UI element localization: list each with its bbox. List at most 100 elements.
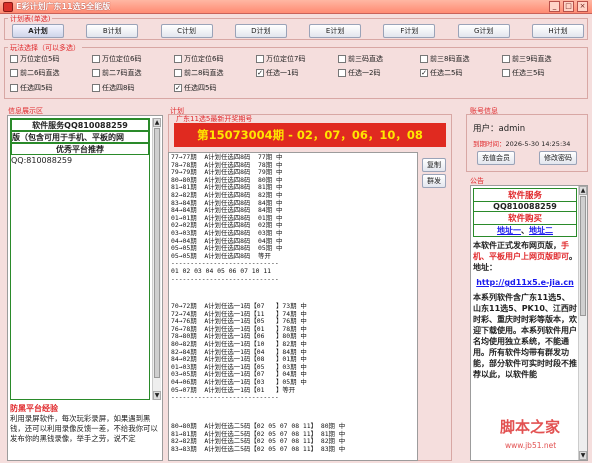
plan-block-2: 70→72期 A计划任选一1码【07 】73期 中 72→74期 A计划任选一1码…: [171, 302, 307, 402]
scroll-down-icon[interactable]: ▼: [153, 391, 161, 400]
checkbox-checked-icon[interactable]: ✓: [256, 69, 264, 78]
scroll-up-icon[interactable]: ▲: [153, 118, 161, 127]
mode-option[interactable]: 万位定位6码: [174, 54, 256, 64]
plan-line: 83→83期 A计划任选二5码【02 05 07 08 11】 83期 中: [171, 444, 346, 453]
plan-group-label: 计划表(单选): [8, 14, 53, 24]
plan-button-g[interactable]: G计划: [457, 24, 510, 38]
mode-option[interactable]: ✓ 任选一1码: [256, 68, 338, 78]
checkbox-icon[interactable]: [92, 83, 100, 92]
scroll-thumb[interactable]: [154, 128, 160, 378]
plan-buttons: A计划 B计划 C计划 D计划 E计划 F计划 G计划 H计划: [12, 24, 584, 38]
app-icon: [3, 1, 13, 12]
plan-button-b[interactable]: B计划: [86, 24, 139, 38]
mode-option[interactable]: 任选四5码: [10, 83, 92, 93]
mode-option-label: 任选四5码: [20, 83, 53, 92]
mode-option[interactable]: 任选一2码: [338, 68, 420, 78]
mode-group-label: 玩法选择（可以多选）: [8, 43, 82, 53]
plan-button-h[interactable]: H计划: [531, 24, 584, 38]
checkbox-icon[interactable]: [174, 55, 182, 63]
mode-option[interactable]: 前二6码直选: [10, 68, 92, 78]
mode-option-label: 万位定位7码: [266, 55, 306, 63]
checkbox-icon[interactable]: [256, 55, 264, 63]
group-send-button[interactable]: 群发: [422, 174, 446, 188]
address-one-link[interactable]: 地址一: [497, 226, 521, 235]
notice-scroll-thumb[interactable]: [580, 196, 586, 316]
plan-block-3: 80→80期 A计划任选二5码【02 05 07 08 11】 80期 中 81→…: [171, 422, 346, 453]
address-two-link[interactable]: 地址二: [529, 226, 553, 235]
close-button[interactable]: ×: [577, 1, 588, 12]
info-service: 软件服务QQ810088259: [11, 119, 149, 131]
notice-body: 本软件正式发布网页版，手机、平板用户上网页版即可。地址： http://gd11…: [473, 240, 577, 380]
mode-option-label: 任选四5码: [184, 83, 217, 92]
mode-option-label: 任选四8码: [102, 83, 135, 92]
mode-option-label: 任选三5码: [512, 69, 545, 78]
plan-button-f[interactable]: F计划: [383, 24, 436, 38]
checkbox-icon[interactable]: [174, 69, 182, 78]
mode-option[interactable]: 任选四8码: [92, 83, 174, 93]
info-marquee: 版（包含可用于手机、平板的网: [11, 131, 149, 143]
mode-option-label: 任选一2码: [348, 69, 381, 78]
window-title: E彩计划广东11选5全能版: [16, 2, 111, 11]
mode-option-label: 前二6码直选: [20, 69, 60, 78]
current-period: 第15073004期 - 02，07，06，10，08: [174, 123, 446, 147]
checkbox-checked-icon[interactable]: ✓: [174, 83, 182, 92]
mode-option[interactable]: ✓ 任选二5码: [420, 68, 502, 78]
plan-button-c[interactable]: C计划: [160, 24, 213, 38]
maximize-button[interactable]: □: [563, 1, 574, 12]
mode-option[interactable]: 前三8码直选: [420, 54, 502, 64]
notice-scroll-down-icon[interactable]: ▼: [579, 451, 587, 460]
change-password-button[interactable]: 修改密码: [539, 151, 577, 165]
account-panel: 用户：admin 到期时间：2026-5-30 14:25:34 充值会员 修改…: [466, 114, 588, 172]
mode-option[interactable]: 前三9码直选: [502, 54, 584, 64]
experience-title: 防黑平台经验: [10, 404, 58, 413]
plan-button-a[interactable]: A计划: [12, 24, 64, 38]
mode-option[interactable]: 万位定位7码: [256, 54, 338, 64]
info-box: 软件服务QQ810088259 版（包含可用于手机、平板的网 优秀平台推荐 QQ…: [10, 118, 150, 400]
recharge-button[interactable]: 充值会员: [477, 151, 515, 165]
experience-box: 防黑平台经验 利用录屏软件，每次玩彩录屏，如果遇到黑钱，还可以利用录像反馈一差，…: [10, 403, 160, 459]
mode-checkboxes: 万位定位5码 万位定位6码 万位定位6码 万位定位7码 前三码直选 前三8码直选 前三9码直…: [10, 54, 584, 94]
notice-scroll-up-icon[interactable]: ▲: [579, 186, 587, 195]
checkbox-checked-icon[interactable]: ✓: [420, 69, 428, 78]
mode-option-label: 万位定位5码: [20, 55, 60, 63]
notice-addresses: 地址一、地址二: [474, 225, 576, 236]
account-user: 用户：admin: [473, 124, 526, 134]
mode-option[interactable]: 前二8码直选: [174, 68, 256, 78]
experience-text: 利用录屏软件，每次玩彩录屏，如果遇到黑钱，还可以利用录像反馈一差，不给我你可以发…: [10, 414, 158, 443]
checkbox-icon[interactable]: [92, 69, 100, 78]
mode-option-label: 前三8码直选: [430, 55, 470, 63]
mode-option[interactable]: 万位定位6码: [92, 54, 174, 64]
window-controls: _ □ ×: [549, 1, 588, 12]
plan-button-d[interactable]: D计划: [234, 24, 287, 38]
mode-option[interactable]: 万位定位5码: [10, 54, 92, 64]
checkbox-icon[interactable]: [92, 55, 100, 63]
minimize-button[interactable]: _: [549, 1, 560, 12]
notice-service-qq: QQ810088259: [474, 202, 576, 212]
mode-option[interactable]: ✓ 任选四5码: [174, 83, 256, 93]
plan-button-e[interactable]: E计划: [309, 24, 362, 38]
checkbox-icon[interactable]: [338, 55, 346, 63]
checkbox-icon[interactable]: [502, 55, 510, 63]
mode-option[interactable]: 前二7码直选: [92, 68, 174, 78]
copy-button[interactable]: 复制: [422, 158, 446, 172]
mode-option-label: 前三码直选: [348, 55, 383, 63]
notice-scrollbar[interactable]: ▲ ▼: [578, 186, 587, 460]
checkbox-icon[interactable]: [10, 83, 18, 92]
checkbox-icon[interactable]: [10, 55, 18, 63]
plan-block-1: 77→77期 A计划任选四8码 77期 中 78→78期 A计划任选四8码 78期…: [171, 153, 282, 283]
address-separator: 、: [521, 226, 529, 235]
mode-option-label: 前二8码直选: [184, 69, 224, 78]
notice-link[interactable]: http://gd11x5.e-jia.cn: [473, 277, 577, 288]
checkbox-icon[interactable]: [10, 69, 18, 78]
info-panel: 软件服务QQ810088259 版（包含可用于手机、平板的网 优秀平台推荐 QQ…: [7, 115, 163, 461]
mode-option[interactable]: 任选三5码: [502, 68, 584, 78]
info-scrollbar[interactable]: ▲ ▼: [152, 118, 161, 400]
mode-option-label: 任选一1码: [266, 69, 299, 78]
expire-label: 到期时间：: [473, 140, 506, 148]
checkbox-icon[interactable]: [420, 55, 428, 63]
checkbox-icon[interactable]: [502, 69, 510, 78]
checkbox-icon[interactable]: [338, 69, 346, 78]
account-expire: 到期时间：2026-5-30 14:25:34: [473, 138, 570, 148]
mode-option[interactable]: 前三码直选: [338, 54, 420, 64]
info-qq: QQ:810088259: [11, 156, 73, 165]
